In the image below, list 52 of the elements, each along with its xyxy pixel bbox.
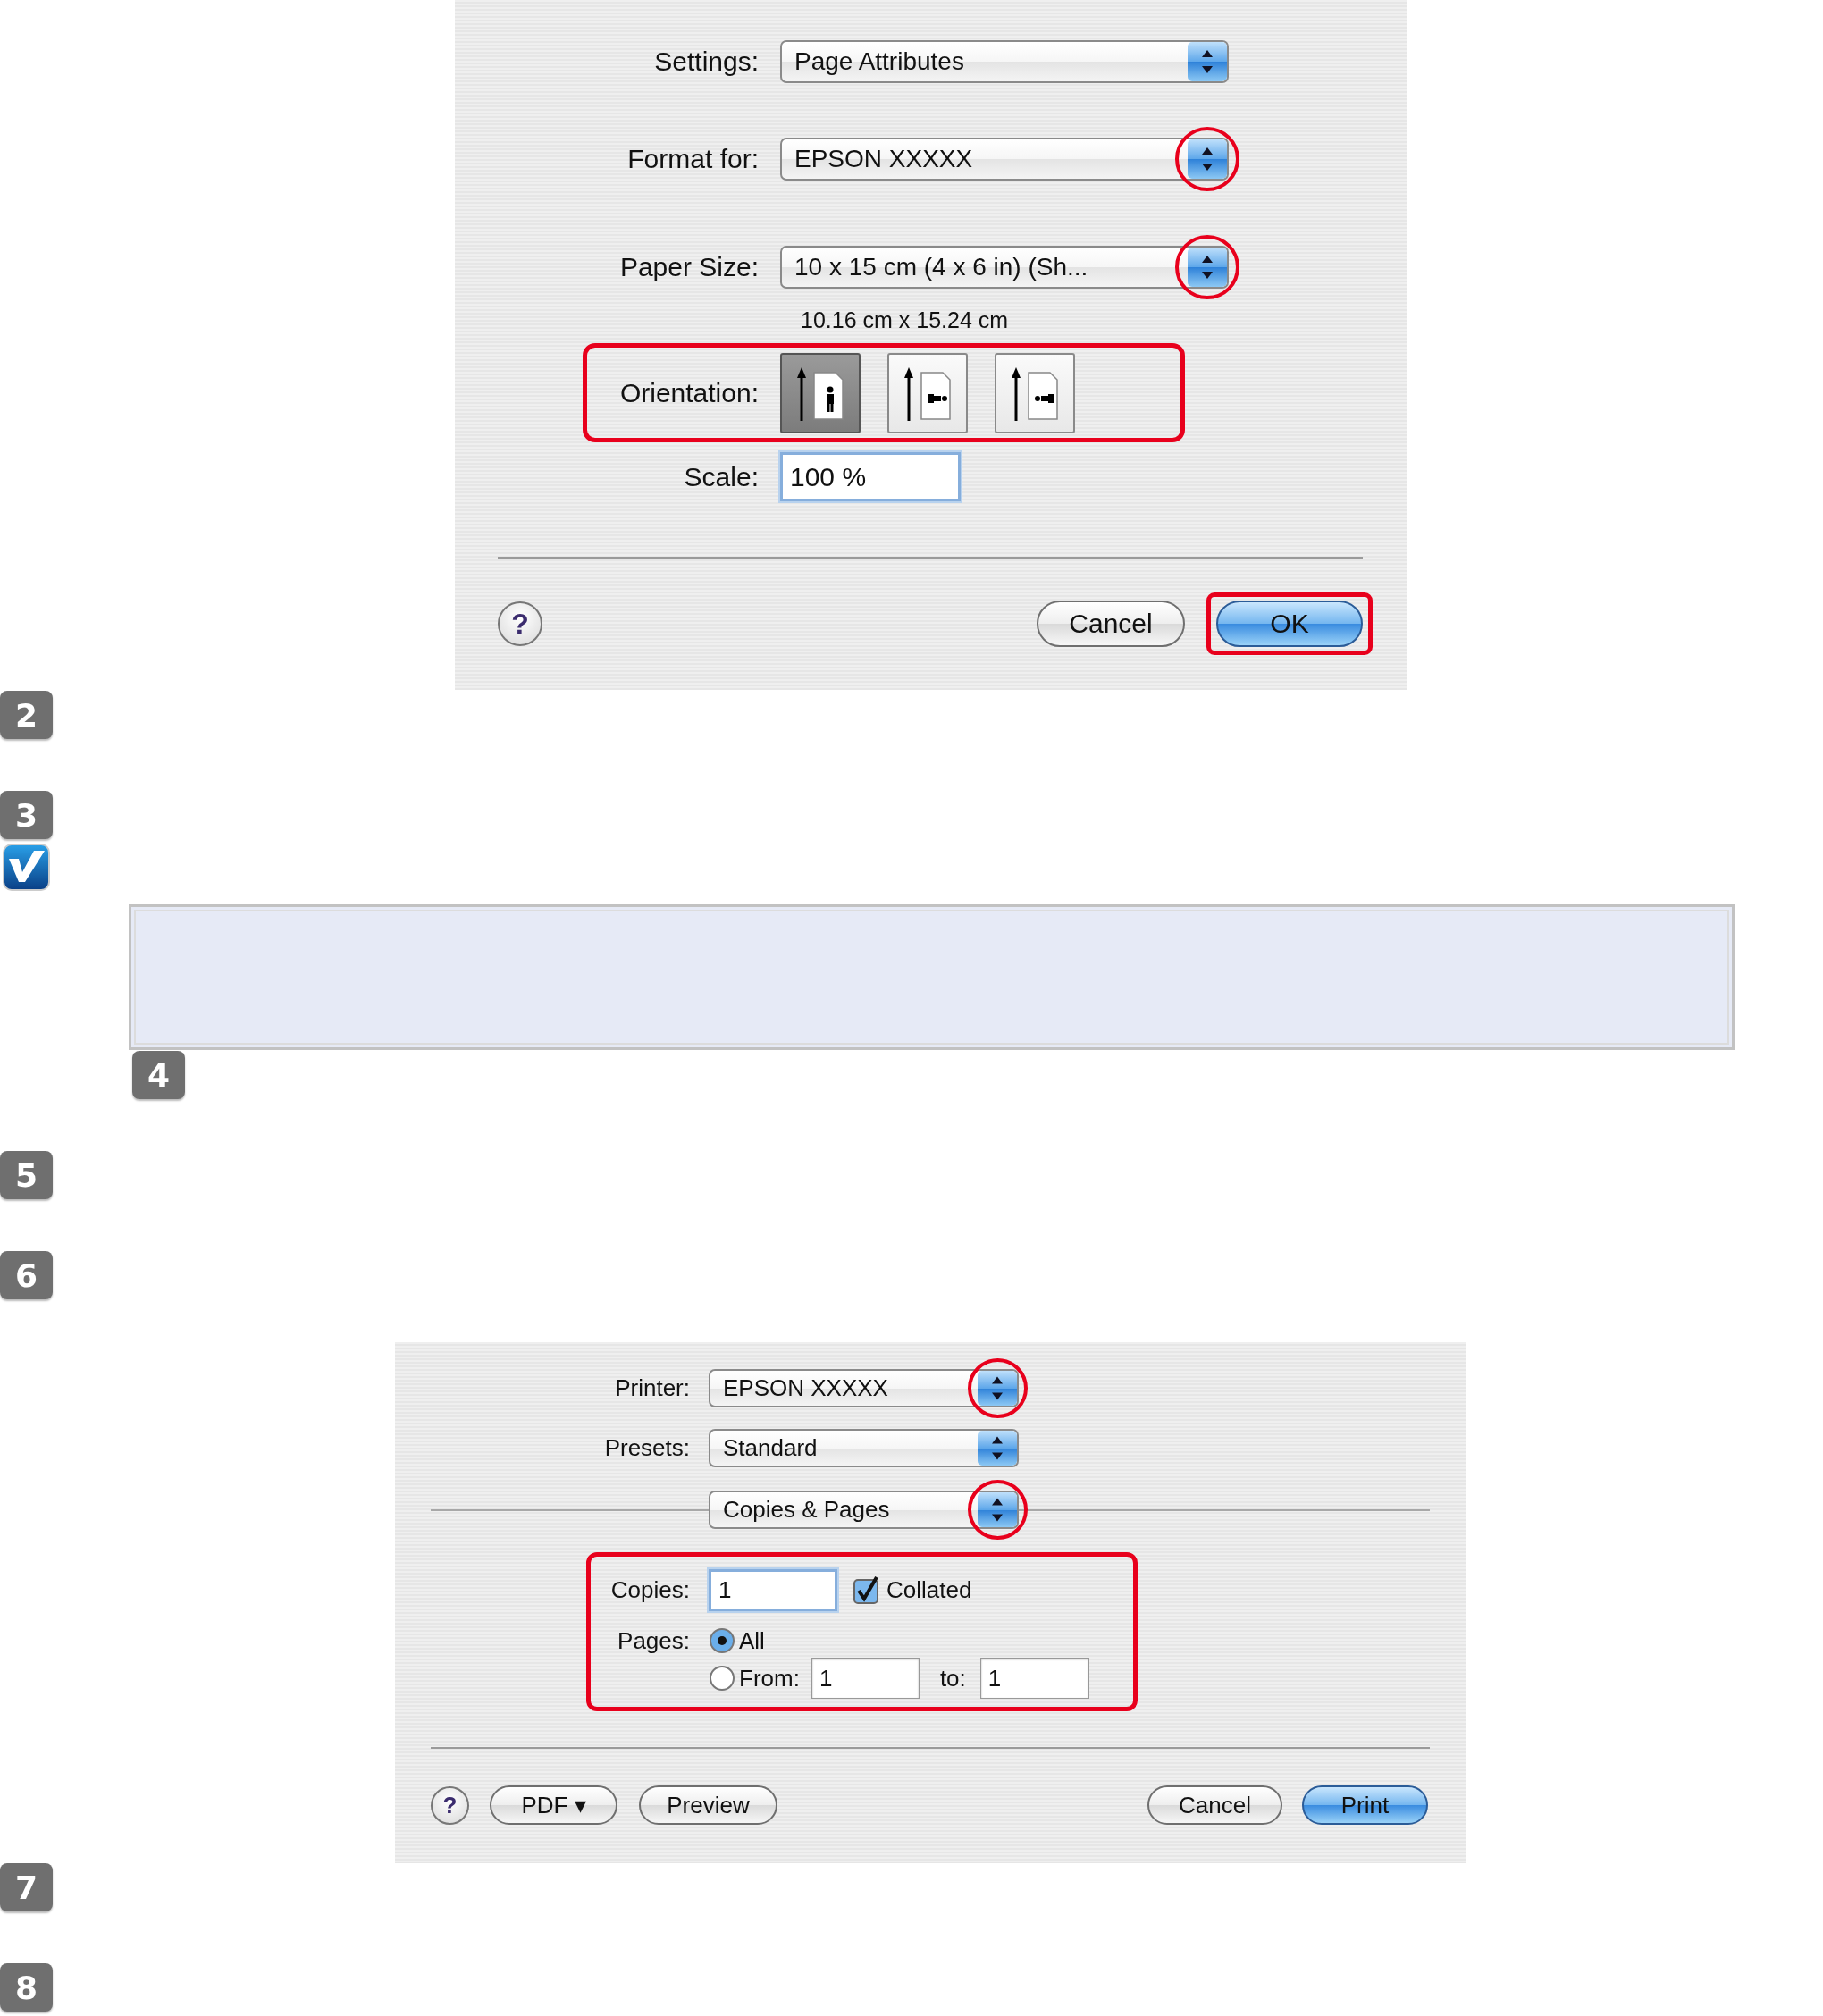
- popup-button[interactable]: EPSON XXXXX: [780, 138, 1229, 181]
- step-number: 2: [0, 691, 53, 739]
- help-button[interactable]: ?: [431, 1785, 469, 1825]
- checkbox-label: Collated: [886, 1576, 972, 1604]
- field-label: Pages:: [617, 1626, 690, 1655]
- field-label: Format for:: [626, 144, 759, 174]
- dialog-button[interactable]: OK: [1216, 601, 1363, 647]
- field-label: to:: [939, 1664, 966, 1693]
- scale-field[interactable]: 100 %: [780, 452, 961, 501]
- popup-button[interactable]: Standard: [709, 1429, 1019, 1467]
- step-number: 6: [0, 1251, 53, 1299]
- radio-label: From:: [739, 1664, 800, 1693]
- field-label: Copies:: [609, 1576, 690, 1604]
- stepper-icon: [1188, 42, 1227, 81]
- dialog-button[interactable]: Print: [1302, 1785, 1428, 1825]
- step-number: 5: [0, 1151, 53, 1199]
- popup-button[interactable]: Copies & Pages: [709, 1491, 1019, 1529]
- help-button[interactable]: ?: [498, 601, 542, 646]
- stepper-icon: [1188, 139, 1227, 179]
- orientation-button[interactable]: [995, 352, 1075, 433]
- orientation-button[interactable]: [887, 352, 968, 433]
- stepper-icon: [978, 1431, 1017, 1466]
- dialog-button[interactable]: Cancel: [1037, 601, 1185, 647]
- stepper-icon: [978, 1492, 1017, 1527]
- stepper-icon: [1188, 248, 1227, 287]
- checkmark-icon: [2, 843, 51, 892]
- field-label: Paper Size:: [618, 252, 759, 282]
- radio-button[interactable]: [709, 1665, 735, 1692]
- orientation-button[interactable]: [780, 352, 861, 433]
- from-page-field[interactable]: 1: [811, 1658, 920, 1699]
- step-number: 4: [132, 1051, 185, 1099]
- step-number: 8: [0, 1963, 53, 2012]
- dialog-button[interactable]: PDF ▾: [490, 1785, 617, 1825]
- field-label: Scale:: [683, 461, 759, 492]
- paper-dimensions: 10.16 cm x 15.24 cm: [801, 307, 1010, 333]
- step-number: 3: [0, 791, 53, 839]
- radio-button[interactable]: [709, 1627, 735, 1654]
- step-number: 7: [0, 1863, 53, 1911]
- checkbox[interactable]: [853, 1575, 881, 1605]
- dialog-button[interactable]: Preview: [639, 1785, 777, 1825]
- dialog-button[interactable]: Cancel: [1147, 1785, 1282, 1825]
- popup-button[interactable]: Page Attributes: [780, 40, 1229, 83]
- to-page-field[interactable]: 1: [979, 1658, 1089, 1699]
- field-label: Presets:: [603, 1434, 690, 1462]
- radio-label: All: [739, 1626, 765, 1655]
- field-label: Orientation:: [618, 377, 759, 408]
- stepper-icon: [978, 1371, 1017, 1406]
- copies-field[interactable]: 1: [709, 1569, 837, 1611]
- field-label: Printer:: [614, 1374, 690, 1402]
- popup-button[interactable]: 10 x 15 cm (4 x 6 in) (Sh...: [780, 246, 1229, 289]
- popup-button[interactable]: EPSON XXXXX: [709, 1369, 1019, 1407]
- field-label: Settings:: [653, 46, 759, 77]
